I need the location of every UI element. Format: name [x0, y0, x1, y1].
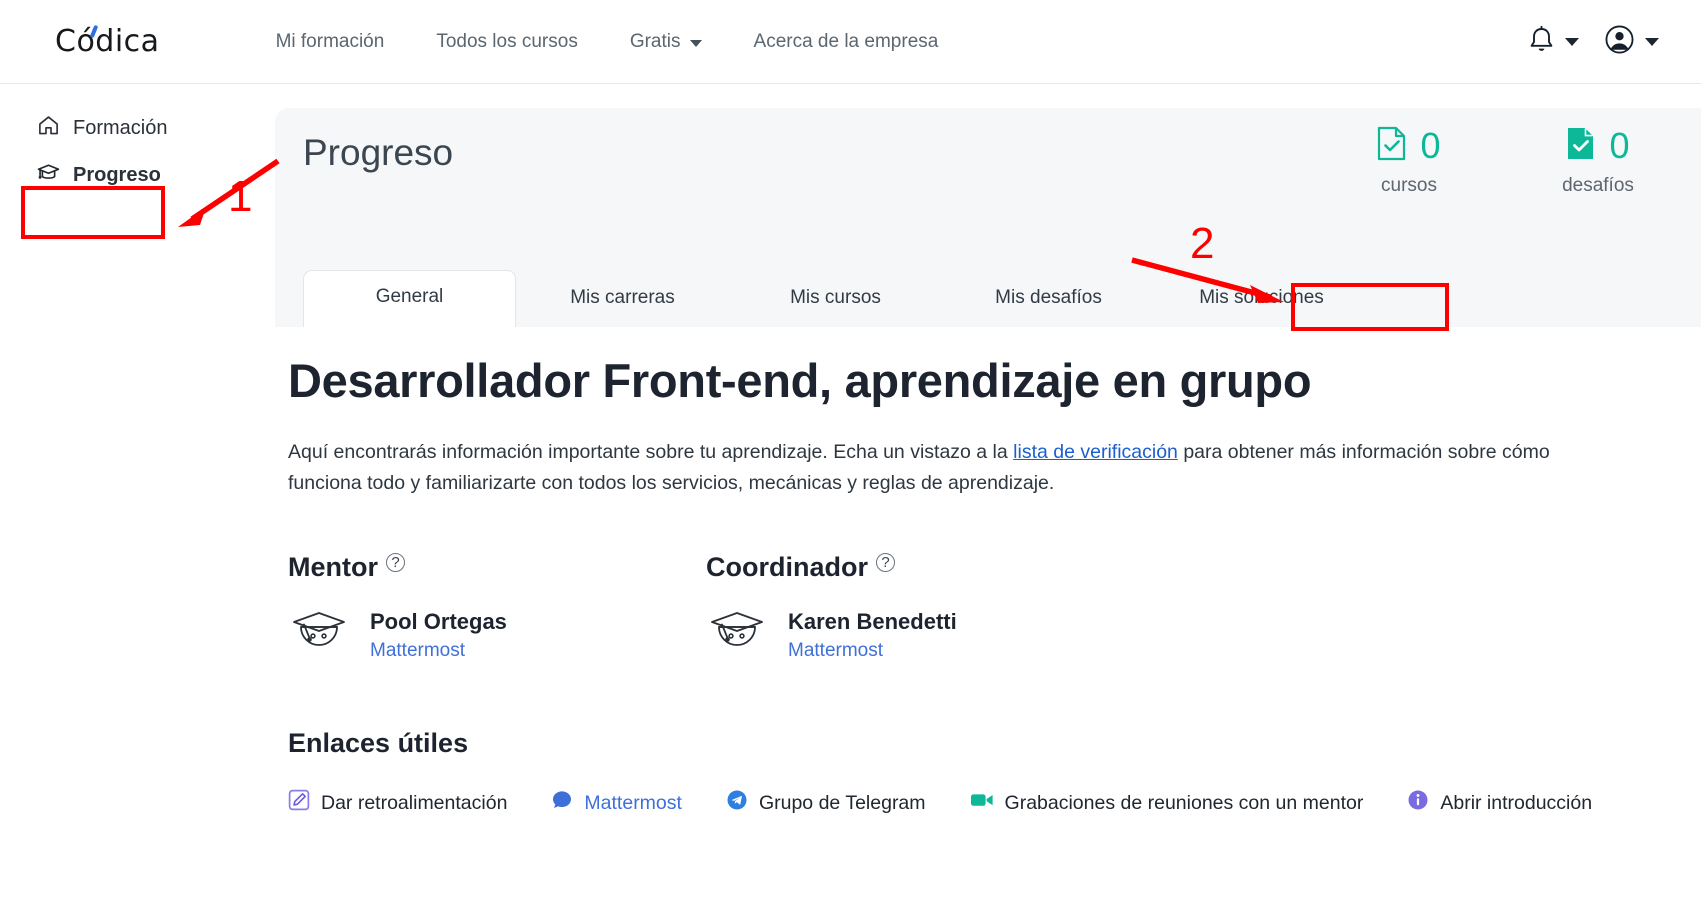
person-role-label: Mentor [288, 552, 378, 583]
person-mattermost-link[interactable]: Mattermost [788, 640, 957, 662]
tab-general[interactable]: General [303, 270, 516, 327]
nav-item-mi-formacion[interactable]: Mi formación [250, 31, 411, 53]
nav-label: Acerca de la empresa [754, 31, 939, 53]
document-check-outline-icon [1377, 126, 1407, 166]
top-navigation-bar: Códica Mi formación Todos los cursos Gra… [0, 0, 1701, 84]
stat-cursos: 0 cursos [1361, 126, 1457, 197]
chevron-down-icon [1645, 38, 1659, 46]
video-camera-icon [970, 791, 994, 815]
graduation-cap-icon [37, 161, 60, 190]
link-abrir-introduccion[interactable]: Abrir introducción [1407, 789, 1592, 817]
top-right-actions [1529, 0, 1659, 84]
nav-label: Mi formación [276, 31, 385, 53]
brand-logo-text: Códica [55, 24, 160, 59]
graduate-avatar-icon [288, 605, 350, 666]
checklist-link[interactable]: lista de verificación [1013, 441, 1178, 463]
person-name: Pool Ortegas [370, 609, 507, 635]
person-card-coordinador: Coordinador ? Karen Benedett [706, 552, 1124, 666]
link-label: Grabaciones de reuniones con un mentor [1005, 792, 1364, 815]
person-role: Coordinador ? [706, 552, 1124, 583]
stat-label: cursos [1381, 175, 1437, 197]
home-icon [37, 114, 60, 143]
nav-item-acerca-de-la-empresa[interactable]: Acerca de la empresa [728, 31, 965, 53]
nav-item-todos-los-cursos[interactable]: Todos los cursos [410, 31, 604, 53]
intro-paragraph: Aquí encontrarás información importante … [288, 437, 1588, 499]
page-title: Progreso [303, 132, 453, 174]
link-label: Grupo de Telegram [759, 792, 926, 815]
stat-value: 0 [1420, 128, 1440, 164]
nav-item-gratis[interactable]: Gratis [604, 31, 728, 53]
graduate-avatar-icon [706, 605, 768, 666]
person-name: Karen Benedetti [788, 609, 957, 635]
stat-value: 0 [1609, 128, 1629, 164]
intro-text-before: Aquí encontrarás información importante … [288, 441, 1013, 463]
staff-section: Mentor ? Pool Ortegas [288, 552, 1618, 666]
progress-header-panel: Progreso 0 cursos [275, 108, 1701, 327]
sidebar-item-label: Progreso [73, 164, 161, 187]
link-label: Mattermost [584, 792, 682, 815]
link-grabaciones-de-reuniones[interactable]: Grabaciones de reuniones con un mentor [970, 791, 1364, 815]
tab-mis-desafios[interactable]: Mis desafíos [942, 272, 1155, 327]
question-circle-icon[interactable]: ? [386, 553, 405, 572]
account-menu[interactable] [1605, 25, 1659, 59]
useful-links-row: Dar retroalimentación Mattermost Grupo d… [288, 789, 1618, 817]
edit-square-icon [288, 789, 310, 817]
chat-bubble-icon [551, 789, 573, 817]
person-role-label: Coordinador [706, 552, 868, 583]
question-circle-icon[interactable]: ? [876, 553, 895, 572]
link-grupo-de-telegram[interactable]: Grupo de Telegram [726, 789, 926, 817]
document-check-filled-icon [1566, 126, 1596, 166]
link-label: Dar retroalimentación [321, 792, 507, 815]
course-title: Desarrollador Front-end, aprendizaje en … [288, 355, 1618, 407]
brand-logo[interactable]: Códica [55, 24, 160, 59]
link-mattermost[interactable]: Mattermost [551, 789, 682, 817]
telegram-icon [726, 789, 748, 817]
notifications-menu[interactable] [1529, 26, 1579, 58]
stat-label: desafíos [1562, 175, 1634, 197]
nav-label: Gratis [630, 31, 681, 53]
sidebar-item-label: Formación [73, 117, 167, 140]
stat-desafios: 0 desafíos [1550, 126, 1646, 197]
tab-mis-cursos[interactable]: Mis cursos [729, 272, 942, 327]
annotation-arrow-1 [170, 155, 285, 230]
nav-label: Todos los cursos [436, 31, 578, 53]
main-content: Desarrollador Front-end, aprendizaje en … [288, 355, 1618, 817]
chevron-down-icon [690, 40, 702, 47]
tab-mis-carreras[interactable]: Mis carreras [516, 272, 729, 327]
primary-nav: Mi formación Todos los cursos Gratis Ace… [250, 31, 965, 53]
sidebar-item-formacion[interactable]: Formación [0, 105, 270, 152]
chevron-down-icon [1565, 38, 1579, 46]
link-dar-retroalimentacion[interactable]: Dar retroalimentación [288, 789, 507, 817]
progress-stats: 0 cursos 0 desafíos [1361, 126, 1646, 197]
annotation-arrow-2 [1128, 255, 1288, 310]
user-avatar-icon [1605, 25, 1634, 59]
person-mattermost-link[interactable]: Mattermost [370, 640, 507, 662]
person-card-mentor: Mentor ? Pool Ortegas [288, 552, 706, 666]
useful-links-title: Enlaces útiles [288, 728, 1618, 759]
person-role: Mentor ? [288, 552, 706, 583]
link-label: Abrir introducción [1440, 792, 1592, 815]
info-circle-icon [1407, 789, 1429, 817]
bell-icon [1529, 26, 1554, 58]
